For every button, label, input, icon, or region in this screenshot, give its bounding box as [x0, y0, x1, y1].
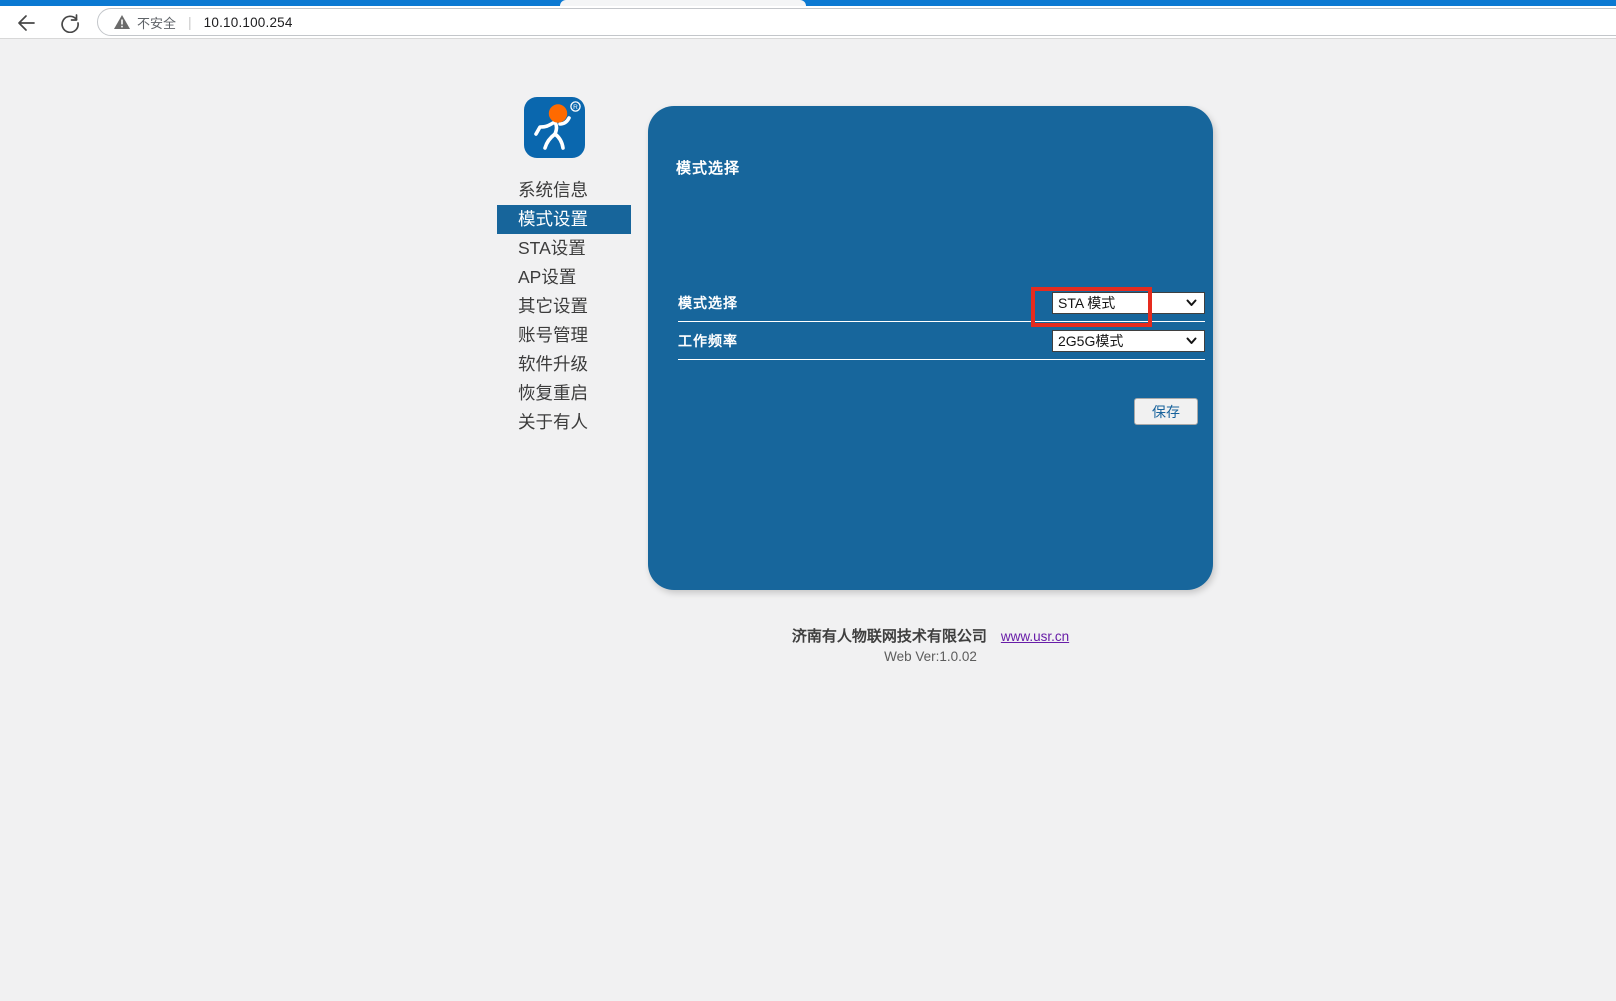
panel-title: 模式选择	[676, 157, 740, 178]
mode-select-value: STA 模式	[1058, 293, 1115, 313]
not-secure-warning-icon	[114, 15, 130, 29]
usr-logo: R	[524, 97, 585, 158]
mode-form: 模式选择 STA 模式 工作频率 2G5G模式	[678, 284, 1205, 360]
company-name: 济南有人物联网技术有限公司	[792, 628, 987, 645]
frequency-select-dropdown[interactable]: 2G5G模式	[1052, 330, 1205, 352]
sidebar-item-system-info[interactable]: 系统信息	[497, 176, 631, 205]
sidebar-item-account-management[interactable]: 账号管理	[497, 321, 631, 350]
screen: 不安全 | 10.10.100.254 中文 | English R	[0, 0, 1616, 1001]
url-text[interactable]: 10.10.100.254	[204, 15, 293, 30]
chevron-down-icon	[1186, 337, 1197, 345]
settings-panel: 模式选择 模式选择 STA 模式 工作频率 2G5G模式	[648, 106, 1213, 590]
frequency-select-value: 2G5G模式	[1058, 331, 1123, 351]
sidebar-item-ap-settings[interactable]: AP设置	[497, 263, 631, 292]
sidebar-item-firmware-upgrade[interactable]: 软件升级	[497, 350, 631, 379]
mode-select-label: 模式选择	[678, 293, 738, 313]
frequency-select-label: 工作频率	[678, 331, 738, 351]
footer-company-line: 济南有人物联网技术有限公司 www.usr.cn	[648, 625, 1213, 646]
svg-text:R: R	[573, 104, 578, 111]
back-icon[interactable]	[16, 13, 36, 33]
refresh-icon[interactable]	[60, 13, 80, 33]
address-bar[interactable]: 不安全 | 10.10.100.254	[97, 8, 1616, 36]
sidebar-item-restore-restart[interactable]: 恢复重启	[497, 379, 631, 408]
web-version: Web Ver:1.0.02	[648, 649, 1213, 664]
address-separator: |	[188, 14, 192, 30]
sidebar-item-other-settings[interactable]: 其它设置	[497, 292, 631, 321]
browser-toolbar: 不安全 | 10.10.100.254	[0, 6, 1616, 39]
page-content: 中文 | English R 系统信息 模式设置 STA设置 AP设置 其它设置	[0, 40, 1616, 1001]
sidebar-item-sta-settings[interactable]: STA设置	[497, 234, 631, 263]
form-row-frequency: 工作频率 2G5G模式	[678, 322, 1205, 360]
sidebar-menu: 系统信息 模式设置 STA设置 AP设置 其它设置 账号管理 软件升级 恢复重启…	[497, 176, 631, 437]
usr-website-link[interactable]: www.usr.cn	[1001, 629, 1069, 644]
sidebar-item-about[interactable]: 关于有人	[497, 408, 631, 437]
footer: 济南有人物联网技术有限公司 www.usr.cn Web Ver:1.0.02	[648, 625, 1213, 664]
form-row-mode: 模式选择 STA 模式	[678, 284, 1205, 322]
mode-select-dropdown[interactable]: STA 模式	[1052, 292, 1205, 314]
not-secure-label[interactable]: 不安全	[137, 13, 176, 32]
sidebar-item-mode-settings[interactable]: 模式设置	[497, 205, 631, 234]
chevron-down-icon	[1186, 299, 1197, 307]
save-button[interactable]: 保存	[1134, 398, 1198, 425]
